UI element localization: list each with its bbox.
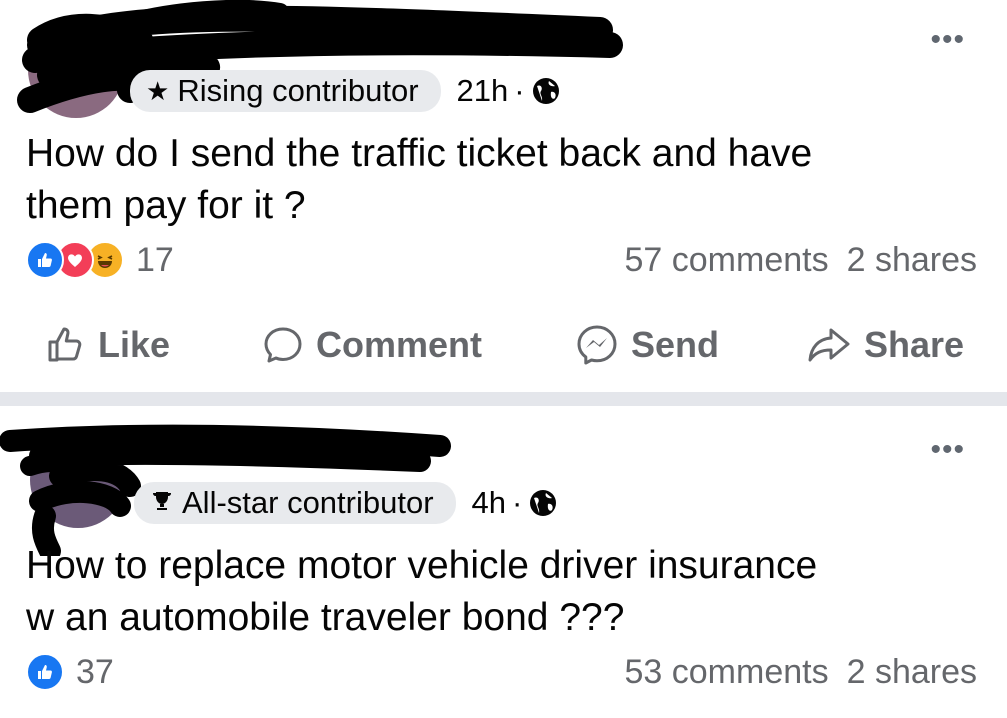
share-label: Share <box>864 324 965 365</box>
post-stats: 37 53 comments 2 shares <box>26 652 977 692</box>
comment-label: Comment <box>316 324 483 365</box>
like-button[interactable]: Like <box>44 324 170 366</box>
badge-label: Rising contributor <box>177 73 419 108</box>
post-text-line: w an automobile traveler bond ??? <box>26 596 625 639</box>
reaction-summary[interactable] <box>26 653 64 691</box>
meta-separator: · <box>512 485 523 520</box>
share-button[interactable]: Share <box>806 324 964 366</box>
post-meta: All-star contributor 4h · <box>134 482 558 524</box>
post-card: ••• All-star contributor 4h · How to rep… <box>0 406 1007 718</box>
post-card: ••• ★ Rising contributor 21h · How do I … <box>0 0 1007 392</box>
thumbs-up-icon <box>48 327 82 362</box>
post-separator <box>0 392 1007 406</box>
reaction-count[interactable]: 37 <box>76 653 114 692</box>
contributor-badge[interactable]: All-star contributor <box>134 482 456 524</box>
post-text-line: How to replace motor vehicle driver insu… <box>26 544 818 587</box>
send-button[interactable]: Send <box>575 323 719 367</box>
globe-icon <box>532 78 559 104</box>
shares-count[interactable]: 2 shares <box>847 653 977 692</box>
more-options-button[interactable]: ••• <box>930 25 965 55</box>
post-text-line: them pay for it ? <box>26 184 306 227</box>
star-icon: ★ <box>146 76 170 106</box>
badge-label: All-star contributor <box>182 485 434 520</box>
post-text: How do I send the traffic ticket back an… <box>26 128 977 232</box>
more-options-button[interactable]: ••• <box>930 435 965 465</box>
reaction-count[interactable]: 17 <box>136 241 174 280</box>
comments-count[interactable]: 53 comments <box>625 653 829 692</box>
post-stats: 17 57 comments 2 shares <box>26 240 977 280</box>
post-time[interactable]: 4h <box>472 485 506 521</box>
share-arrow-icon <box>808 328 850 362</box>
post-time[interactable]: 21h <box>457 73 509 109</box>
like-icon <box>26 241 64 279</box>
comment-button[interactable]: Comment <box>262 324 482 366</box>
contributor-badge[interactable]: ★ Rising contributor <box>130 70 441 112</box>
comments-count[interactable]: 57 comments <box>625 241 829 280</box>
like-label: Like <box>98 324 171 365</box>
post-actions: Like Comment Send Share <box>0 315 1007 375</box>
post-text-line: How do I send the traffic ticket back an… <box>26 132 813 175</box>
comment-icon <box>264 327 302 363</box>
post-text: How to replace motor vehicle driver insu… <box>26 540 977 644</box>
post-meta: ★ Rising contributor 21h · <box>130 70 561 112</box>
meta-separator: · <box>514 73 525 108</box>
trophy-icon <box>150 489 174 517</box>
shares-count[interactable]: 2 shares <box>847 241 977 280</box>
messenger-icon <box>577 325 617 365</box>
reaction-summary[interactable] <box>26 241 124 279</box>
send-label: Send <box>631 324 720 365</box>
globe-icon <box>530 490 557 516</box>
like-icon <box>26 653 64 691</box>
redaction-scribble <box>0 424 451 556</box>
